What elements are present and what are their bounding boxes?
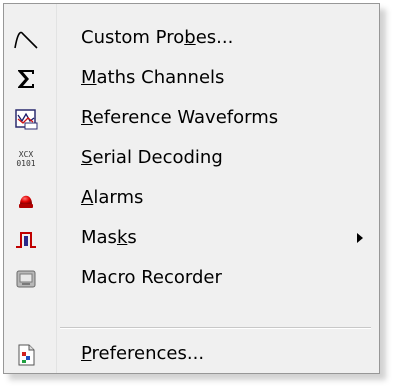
menu-separator — [60, 327, 371, 329]
menu-item-label: Masks — [81, 227, 137, 248]
custom-probe-icon — [12, 25, 40, 53]
menu-item-label: Reference Waveforms — [81, 107, 279, 128]
serial-icon-top: XCX — [18, 150, 34, 159]
menu-item-macro-recorder[interactable]: Macro Recorder — [6, 258, 377, 298]
sigma-icon — [12, 65, 40, 93]
serial-decoding-icon: XCX 0101 — [12, 145, 40, 173]
alarm-icon — [12, 185, 40, 213]
serial-icon-bottom: 0101 — [16, 159, 36, 168]
menu-item-label: Alarms — [81, 187, 144, 208]
menu-item-masks[interactable]: Masks — [6, 218, 377, 258]
menu-item-label: Serial Decoding — [81, 147, 223, 168]
reference-waveform-icon — [12, 105, 40, 133]
menu-item-label: Maths Channels — [81, 67, 225, 88]
menu-item-maths-channels[interactable]: Maths Channels — [6, 58, 377, 98]
menu-item-reference-waveforms[interactable]: Reference Waveforms — [6, 98, 377, 138]
menu-item-custom-probes[interactable]: Custom Probes... — [6, 18, 377, 58]
menu-item-label: Macro Recorder — [81, 267, 222, 288]
menu-item-alarms[interactable]: Alarms — [6, 178, 377, 218]
mask-icon — [12, 225, 40, 253]
menu-item-label: Custom Probes... — [81, 27, 234, 48]
macro-recorder-icon — [12, 265, 40, 293]
menu-item-preferences[interactable]: Preferences... — [6, 334, 377, 374]
context-menu: Custom Probes... Maths Channels Referenc… — [3, 3, 380, 374]
menu-item-label: Preferences... — [81, 343, 205, 364]
menu-item-serial-decoding[interactable]: XCX 0101 Serial Decoding — [6, 138, 377, 178]
submenu-arrow-icon — [357, 233, 363, 243]
preferences-icon — [12, 341, 40, 369]
